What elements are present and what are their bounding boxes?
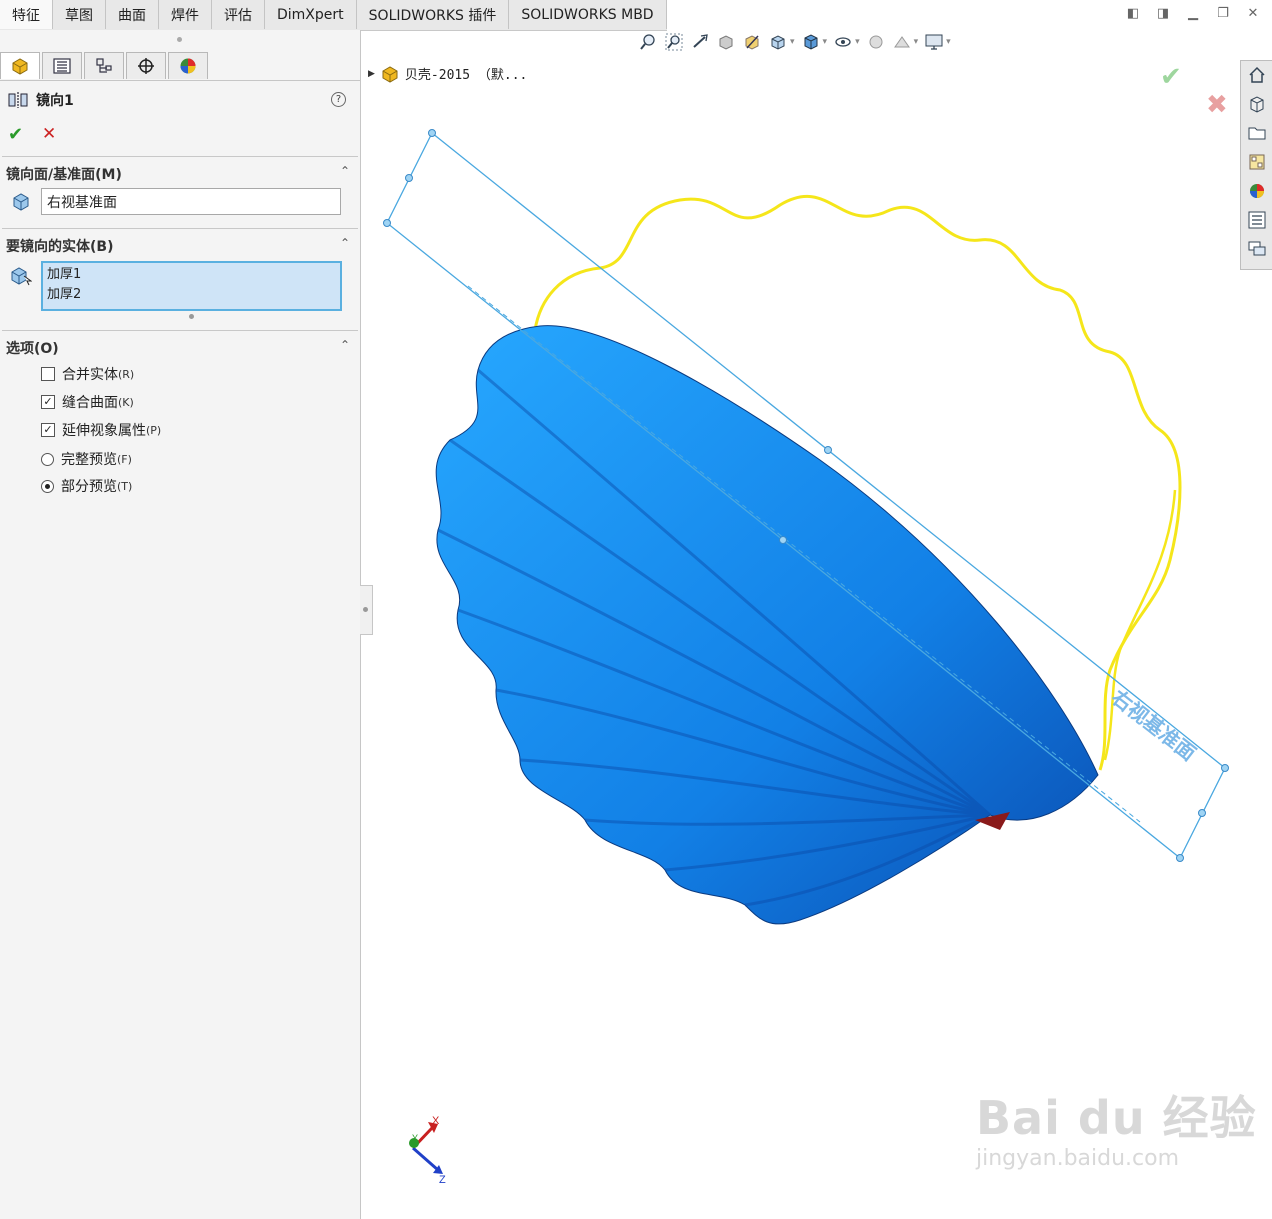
cancel-button[interactable]: ✕ <box>42 124 56 144</box>
tab-surfaces[interactable]: 曲面 <box>106 0 159 29</box>
crosshair-icon <box>138 58 154 74</box>
configuration-manager-icon <box>96 58 112 73</box>
tab-feature-manager[interactable] <box>0 52 40 79</box>
triad-x-label: X <box>432 1115 440 1127</box>
options-group-heading[interactable]: 选项(O) <box>6 338 59 358</box>
propagate-visual-checkbox[interactable]: ✓ <box>41 423 55 437</box>
divider <box>2 330 358 331</box>
feature-title-label: 镜向1 <box>36 93 74 109</box>
graphics-area[interactable]: 右视基准面 X Y Z <box>362 0 1272 1219</box>
plane-selection-icon <box>13 193 29 211</box>
partial-preview-label: 部分预览 <box>61 479 117 495</box>
propagate-visual-hotkey: (P) <box>146 423 162 437</box>
collapse-caret-icon[interactable]: ⌃ <box>340 236 350 250</box>
merge-solids-checkbox[interactable] <box>41 367 55 381</box>
tab-weldments[interactable]: 焊件 <box>159 0 212 29</box>
reference-triad: X Y Z <box>409 1115 446 1186</box>
tab-display-manager[interactable] <box>168 52 208 79</box>
full-preview-option[interactable]: 完整预览 (F) <box>41 449 132 469</box>
tab-configuration-manager[interactable] <box>84 52 124 79</box>
partial-preview-hotkey: (T) <box>117 479 133 493</box>
accept-button[interactable]: ✔ <box>8 124 23 145</box>
watermark: Bai du 经验 jingyan.baidu.com <box>976 1082 1257 1171</box>
mirror-face-group-heading[interactable]: 镜向面/基准面(M) <box>6 164 122 184</box>
merge-solids-option[interactable]: 合并实体 (R) <box>41 364 134 384</box>
tab-evaluate[interactable]: 评估 <box>212 0 265 29</box>
tab-dimxpert[interactable]: DimXpert <box>265 0 357 29</box>
plane-label: 右视基准面 <box>1107 685 1201 765</box>
triad-z-label: Z <box>439 1174 446 1186</box>
partial-preview-radio[interactable] <box>41 479 54 493</box>
merge-solids-label: 合并实体 <box>62 367 118 383</box>
panel-tabs <box>0 52 360 81</box>
property-manager-icon <box>53 58 71 74</box>
propagate-visual-option[interactable]: ✓ 延伸视象属性 (P) <box>41 420 161 440</box>
divider <box>2 228 358 229</box>
mirror-plane-field[interactable]: 右视基准面 <box>41 188 341 215</box>
property-manager-panel: 镜向1 ? ✔ ✕ 镜向面/基准面(M) ⌃ 右视基准面 要镜向的实体(B) ⌃… <box>0 30 361 1219</box>
feature-title: 镜向1 <box>8 90 74 110</box>
divider <box>2 156 358 157</box>
triad-y-label: Y <box>412 1133 418 1143</box>
knit-surfaces-hotkey: (K) <box>118 395 134 409</box>
tab-dimxpert-manager[interactable] <box>126 52 166 79</box>
panel-grip[interactable] <box>177 37 182 42</box>
feature-manager-icon <box>12 58 28 75</box>
knit-surfaces-label: 缝合曲面 <box>62 395 118 411</box>
list-item[interactable]: 加厚2 <box>47 285 336 305</box>
full-preview-radio[interactable] <box>41 452 54 466</box>
knit-surfaces-option[interactable]: ✓ 缝合曲面 (K) <box>41 392 134 412</box>
mirror-feature-icon <box>8 92 28 108</box>
full-preview-label: 完整预览 <box>61 452 117 468</box>
appearance-icon <box>180 58 196 74</box>
list-item[interactable]: 加厚1 <box>47 265 336 285</box>
collapse-caret-icon[interactable]: ⌃ <box>340 164 350 178</box>
bodies-selection-icon <box>11 267 32 286</box>
shell-body[interactable] <box>435 325 1099 925</box>
tab-property-manager[interactable] <box>42 52 82 79</box>
merge-solids-hotkey: (R) <box>118 367 135 381</box>
collapse-caret-icon[interactable]: ⌃ <box>340 338 350 352</box>
watermark-main: Bai du 经验 <box>976 1091 1257 1145</box>
help-icon[interactable]: ? <box>331 92 346 107</box>
partial-preview-option[interactable]: 部分预览 (T) <box>41 476 132 496</box>
tab-sketch[interactable]: 草图 <box>53 0 106 29</box>
watermark-sub: jingyan.baidu.com <box>976 1146 1180 1171</box>
propagate-visual-label: 延伸视象属性 <box>62 423 146 439</box>
bodies-list[interactable]: 加厚1 加厚2 <box>41 261 342 311</box>
knit-surfaces-checkbox[interactable]: ✓ <box>41 395 55 409</box>
bodies-group-heading[interactable]: 要镜向的实体(B) <box>6 236 113 256</box>
full-preview-hotkey: (F) <box>117 452 132 466</box>
tab-features[interactable]: 特征 <box>0 0 53 29</box>
list-resize-grip[interactable] <box>189 314 194 319</box>
